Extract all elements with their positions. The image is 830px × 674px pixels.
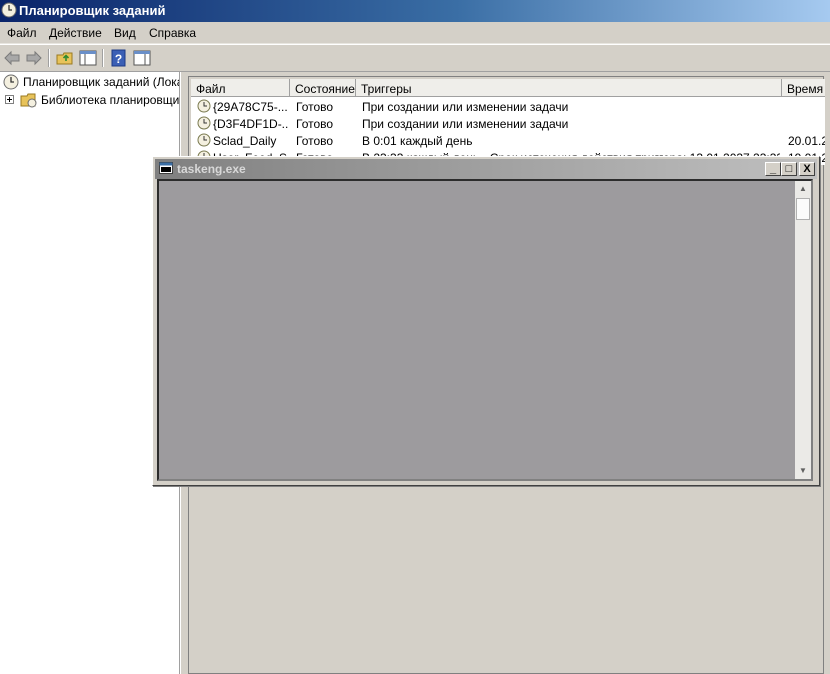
column-header-name[interactable]: Файл	[191, 79, 290, 97]
table-row[interactable]: {29A78C75-... Готово При создании или из…	[191, 98, 825, 115]
maximize-button[interactable]: □	[781, 162, 797, 176]
task-trigger: При создании или изменении задачи	[362, 117, 569, 131]
show-hide-action-pane-icon[interactable]	[132, 48, 152, 68]
task-clock-icon	[197, 133, 211, 147]
toolbar-separator	[102, 49, 104, 67]
show-hide-console-tree-icon[interactable]	[78, 48, 98, 68]
help-icon[interactable]: ?	[109, 48, 129, 68]
table-row[interactable]: {D3F4DF1D-... Готово При создании или из…	[191, 115, 825, 132]
scroll-thumb[interactable]	[796, 198, 810, 220]
task-clock-icon	[197, 116, 211, 130]
clock-icon	[1, 2, 17, 18]
taskeng-title: taskeng.exe	[177, 162, 246, 176]
toolbar: ?	[0, 44, 830, 72]
tree-item-library-label: Библиотека планировщика заданий	[41, 93, 180, 107]
toolbar-separator	[48, 49, 50, 67]
task-name: {29A78C75-...	[213, 100, 288, 114]
column-header-status[interactable]: Состояние	[290, 79, 356, 97]
task-name: {D3F4DF1D-...	[213, 117, 288, 131]
console-window-icon	[159, 162, 173, 174]
taskeng-title-bar[interactable]: taskeng.exe _ □ X	[155, 159, 817, 179]
up-folder-icon[interactable]	[55, 48, 75, 68]
menu-file[interactable]: Файл	[7, 26, 37, 40]
taskeng-window[interactable]: taskeng.exe _ □ X ▲ ▼	[152, 156, 820, 486]
menu-bar: Файл Действие Вид Справка	[0, 22, 830, 44]
title-bar[interactable]: Планировщик заданий	[0, 0, 830, 22]
tree-root-label: Планировщик заданий (Локальный)	[23, 75, 179, 89]
task-next-run: 20.01.2	[788, 134, 825, 148]
taskeng-console-area[interactable]: ▲ ▼	[157, 179, 813, 481]
menu-view[interactable]: Вид	[114, 26, 136, 40]
column-header-triggers[interactable]: Триггеры	[356, 79, 782, 97]
folder-clock-icon	[20, 93, 37, 108]
close-button[interactable]: X	[799, 162, 815, 176]
task-status: Готово	[296, 134, 334, 148]
task-status: Готово	[296, 117, 334, 131]
back-icon[interactable]	[2, 48, 22, 68]
menu-help[interactable]: Справка	[149, 26, 196, 40]
window-title: Планировщик заданий	[19, 3, 166, 18]
task-name: Sclad_Daily	[213, 134, 277, 148]
minimize-button[interactable]: _	[765, 162, 781, 176]
scroll-down-icon[interactable]: ▼	[795, 463, 811, 479]
vertical-scrollbar[interactable]: ▲ ▼	[795, 181, 811, 479]
forward-icon[interactable]	[24, 48, 44, 68]
table-row[interactable]: Sclad_Daily Готово В 0:01 каждый день 20…	[191, 132, 825, 149]
task-trigger: При создании или изменении задачи	[362, 100, 569, 114]
list-header: Файл Состояние Триггеры Время сл	[191, 79, 825, 97]
task-list: Файл Состояние Триггеры Время сл {29A78C…	[191, 79, 825, 165]
scroll-up-icon[interactable]: ▲	[795, 181, 811, 197]
svg-text:?: ?	[115, 52, 122, 66]
menu-action[interactable]: Действие	[49, 26, 102, 40]
task-trigger: В 0:01 каждый день	[362, 134, 473, 148]
task-status: Готово	[296, 100, 334, 114]
task-clock-icon	[197, 99, 211, 113]
clock-icon	[3, 74, 19, 90]
column-header-next-run[interactable]: Время сл	[782, 79, 825, 97]
expand-icon[interactable]	[5, 95, 14, 104]
